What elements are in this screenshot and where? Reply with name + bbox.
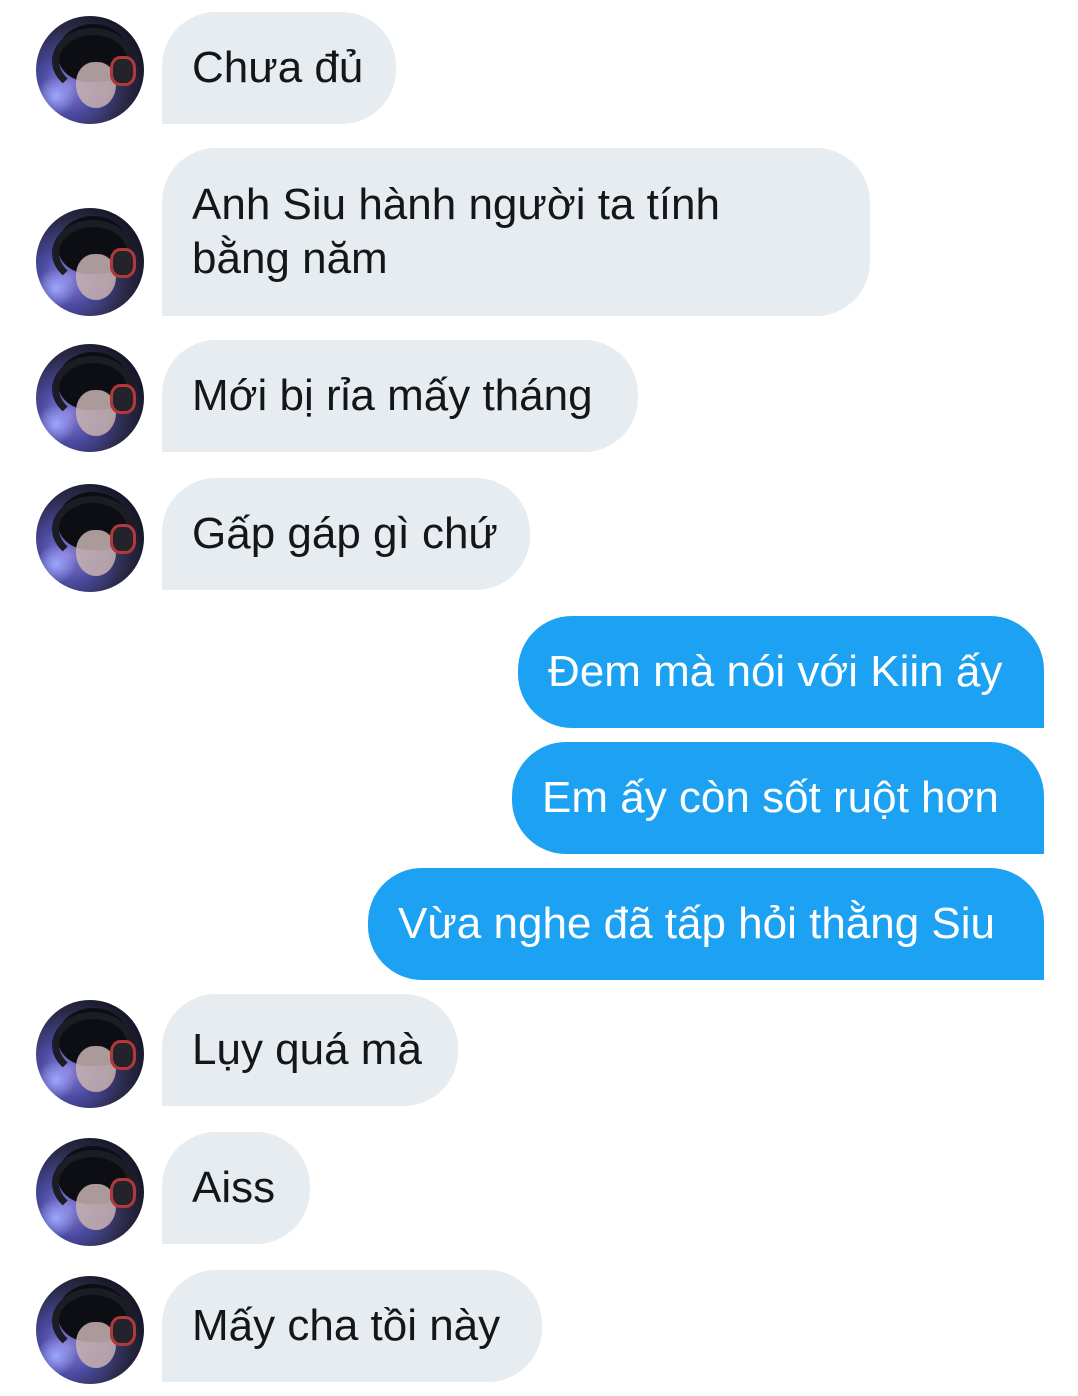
avatar[interactable] [36,484,144,592]
message-bubble-incoming[interactable]: Chưa đủ [162,12,396,124]
message-text: Chưa đủ [192,43,364,92]
message-bubble-incoming[interactable]: Lụy quá mà [162,994,458,1106]
message-text: Vừa nghe đã tấp hỏi thằng Siu [398,899,996,948]
avatar[interactable] [36,344,144,452]
message-text: Mấy cha tồi này [192,1301,501,1350]
message-row-incoming: Lụy quá mà [0,994,1078,1108]
avatar[interactable] [36,1276,144,1384]
message-text: Anh Siu hành người ta tính bằng năm [192,180,720,283]
message-text: Aiss [192,1163,276,1212]
avatar[interactable] [36,208,144,316]
message-bubble-incoming[interactable]: Aiss [162,1132,310,1244]
message-text: Đem mà nói với Kiin ấy [548,647,1003,696]
message-bubble-incoming[interactable]: Anh Siu hành người ta tính bằng năm [162,148,870,316]
message-bubble-outgoing[interactable]: Đem mà nói với Kiin ấy [518,616,1044,728]
message-bubble-outgoing[interactable]: Em ấy còn sốt ruột hơn [512,742,1044,854]
message-bubble-incoming[interactable]: Mấy cha tồi này [162,1270,542,1382]
avatar[interactable] [36,1138,144,1246]
message-row-incoming: Mới bị rỉa mấy tháng [0,340,1078,452]
message-row-outgoing: Đem mà nói với Kiin ấy [0,616,1078,728]
message-bubble-outgoing[interactable]: Vừa nghe đã tấp hỏi thằng Siu [368,868,1044,980]
message-row-outgoing: Vừa nghe đã tấp hỏi thằng Siu [0,868,1078,980]
message-row-incoming: Anh Siu hành người ta tính bằng năm [0,148,1078,316]
message-bubble-incoming[interactable]: Gấp gáp gì chứ [162,478,530,590]
message-text: Em ấy còn sốt ruột hơn [542,773,999,822]
avatar[interactable] [36,16,144,124]
message-row-incoming: Gấp gáp gì chứ [0,478,1078,592]
message-text: Gấp gáp gì chứ [192,509,498,558]
message-row-incoming: Aiss [0,1132,1078,1246]
message-row-incoming: Mấy cha tồi này [0,1270,1078,1384]
message-row-outgoing: Em ấy còn sốt ruột hơn [0,742,1078,854]
message-text: Lụy quá mà [192,1025,422,1074]
message-row-incoming: Chưa đủ [0,12,1078,124]
message-text: Mới bị rỉa mấy tháng [192,371,593,420]
chat-thread: Chưa đủ Anh Siu hành người ta tính bằng … [0,0,1078,1396]
avatar[interactable] [36,1000,144,1108]
message-bubble-incoming[interactable]: Mới bị rỉa mấy tháng [162,340,638,452]
